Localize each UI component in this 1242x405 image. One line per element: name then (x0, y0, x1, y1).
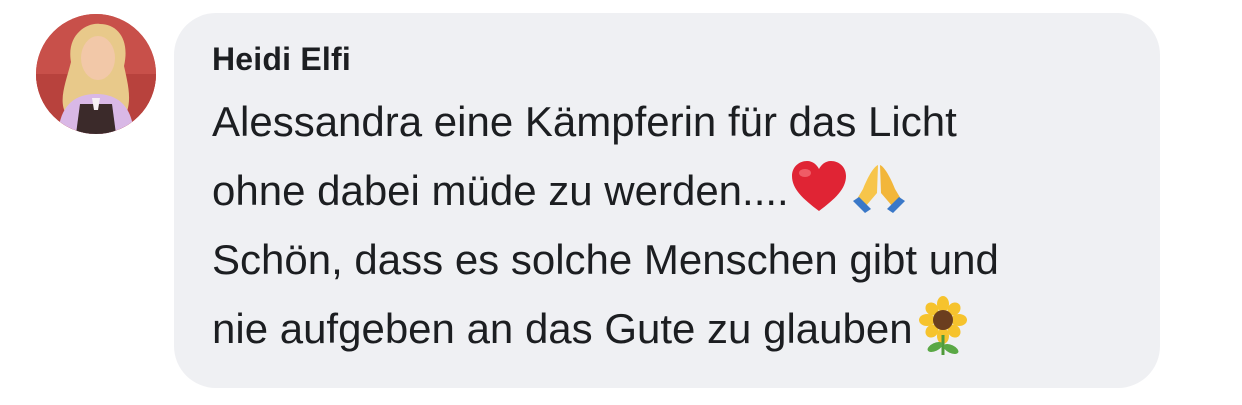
comment-line-2-text: ohne dabei müde zu werden.... (212, 167, 789, 214)
avatar[interactable] (36, 14, 156, 134)
folded-hands-icon (849, 157, 909, 217)
comment-line-4-text: nie aufgeben an das Gute zu glauben (212, 305, 913, 352)
comment-line-1: Alessandra eine Kämpferin für das Licht (212, 98, 957, 145)
sunflower-icon (913, 295, 973, 355)
comment-author[interactable]: Heidi Elfi (212, 40, 1130, 78)
comment-line-2: ohne dabei müde zu werden.... (212, 156, 1130, 225)
comment-actions-cutoff (210, 392, 650, 405)
comment-line-4: nie aufgeben an das Gute zu glauben (212, 294, 1130, 363)
comment-bubble: Heidi Elfi Alessandra eine Kämpferin für… (174, 13, 1160, 388)
avatar-photo (36, 14, 156, 134)
comment-line-3: Schön, dass es solche Menschen gibt und (212, 236, 999, 283)
comment-text: Alessandra eine Kämpferin für das Licht … (212, 87, 1130, 363)
comment-screen: Heidi Elfi Alessandra eine Kämpferin für… (0, 0, 1242, 405)
red-heart-icon (789, 157, 849, 217)
